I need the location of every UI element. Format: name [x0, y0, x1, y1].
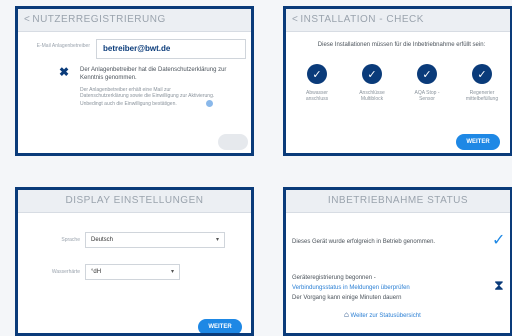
check-icon: ✓ — [362, 64, 382, 84]
commissioning-status-panel: INBETRIEBNAHME STATUS Dieses Gerät wurde… — [283, 187, 512, 336]
email-field[interactable]: betreiber@bwt.de — [96, 39, 246, 59]
home-icon: ⌂ — [344, 310, 349, 319]
unit-label: Wasserhärte — [51, 269, 80, 275]
chevron-down-icon: ▾ — [215, 237, 219, 243]
registration-started-text: Geräteregistrierung begonnen - — [292, 275, 376, 281]
back-chevron-icon[interactable]: < — [292, 14, 298, 25]
check-icon: ✓ — [307, 64, 327, 84]
check-item[interactable]: ✓ AQA Stop - Sensor — [400, 64, 454, 102]
check-item[interactable]: ✓ Anschlüsse Multiblock — [345, 64, 399, 102]
consent-checkbox[interactable]: ✖ — [58, 66, 70, 78]
success-text: Dieses Gerät wurde erfolgreich in Betrie… — [292, 239, 436, 245]
email-label: E-Mail Anlagenbetreiber — [36, 43, 90, 49]
home-link-label: Weiter zur Statusübersicht — [350, 313, 421, 319]
language-select[interactable]: Deutsch ▾ — [85, 232, 225, 248]
wait-text: Der Vorgang kann einige Minuten dauern — [292, 295, 402, 301]
panel-header: < INSTALLATION - CHECK — [286, 9, 510, 32]
panel-header: INBETRIEBNAHME STATUS — [286, 190, 510, 213]
back-chevron-icon[interactable]: < — [24, 14, 30, 25]
unit-value: °dH — [91, 269, 102, 275]
installation-intro: Diese Installationen müssen für die Inbe… — [317, 42, 486, 48]
panel-title: INBETRIEBNAHME STATUS — [327, 195, 469, 206]
check-icon: ✓ — [472, 64, 492, 84]
continue-button[interactable] — [218, 134, 248, 150]
connection-status-link[interactable]: Verbindungsstatus in Meldungen überprüfe… — [292, 284, 482, 292]
hourglass-icon: ⧗ — [494, 277, 504, 293]
installation-check-panel: < INSTALLATION - CHECK Diese Installation… — [283, 6, 512, 156]
check-item[interactable]: ✓ Abwasser anschluss — [290, 64, 344, 102]
note-line-2: Datenschutzerklärung sowie die Einwillig… — [80, 93, 215, 99]
home-link[interactable]: ⌂ Weiter zur Statusübersicht — [344, 311, 484, 320]
check-items: ✓ Abwasser anschluss ✓ Anschlüsse Multib… — [290, 64, 509, 102]
panel-title: NUTZERREGISTRIERUNG — [32, 14, 166, 25]
panel-title: INSTALLATION - CHECK — [300, 14, 424, 25]
unit-select[interactable]: °dH ▾ — [85, 264, 180, 280]
check-item-label: Anschlüsse Multiblock — [359, 90, 385, 102]
language-label: Sprache — [61, 237, 80, 243]
note-line-3: Unbedingt auch die Einwilligung bestätig… — [80, 101, 177, 107]
success-check-icon: ✓ — [492, 232, 506, 249]
panel-header: DISPLAY EINSTELLUNGEN — [18, 190, 251, 213]
check-item-label: Regenerier mittelbefüllung — [465, 90, 499, 102]
check-item[interactable]: ✓ Regenerier mittelbefüllung — [455, 64, 509, 102]
chevron-down-icon: ▾ — [170, 269, 174, 275]
panel-header: < NUTZERREGISTRIERUNG — [18, 9, 251, 32]
info-icon[interactable] — [206, 100, 213, 107]
user-registration-panel: < NUTZERREGISTRIERUNG E-Mail Anlagenbetre… — [15, 6, 254, 156]
consent-text: Der Anlagenbetreiber hat die Datenschutz… — [80, 67, 227, 81]
continue-button[interactable]: WEITER — [198, 319, 242, 333]
check-item-label: Abwasser anschluss — [305, 90, 329, 102]
continue-button[interactable]: WEITER — [456, 134, 500, 150]
check-item-label: AQA Stop - Sensor — [414, 90, 440, 102]
panel-title: DISPLAY EINSTELLUNGEN — [65, 195, 204, 206]
language-value: Deutsch — [91, 237, 114, 243]
display-settings-panel: DISPLAY EINSTELLUNGEN Sprache Deutsch ▾ … — [15, 187, 254, 336]
check-icon: ✓ — [417, 64, 437, 84]
